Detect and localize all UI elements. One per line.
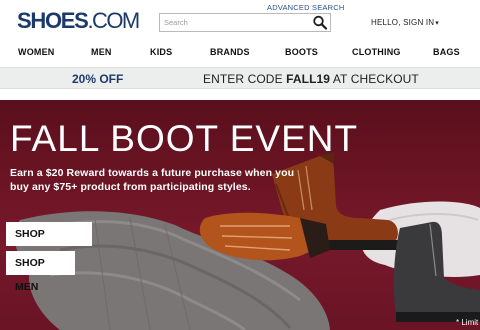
nav-item-boots[interactable]: BOOTS bbox=[285, 47, 318, 57]
promo-code-prefix: ENTER CODE bbox=[203, 72, 287, 86]
shop-men-button[interactable]: SHOP MEN bbox=[6, 251, 75, 293]
search-icon bbox=[313, 15, 328, 30]
nav-item-bags[interactable]: BAGS bbox=[433, 47, 460, 57]
account-label: HELLO, SIGN IN bbox=[371, 18, 435, 27]
hero-title: FALL BOOT EVENT bbox=[10, 118, 359, 159]
search-input[interactable] bbox=[164, 15, 304, 30]
promo-discount: 20% OFF bbox=[72, 72, 124, 86]
account-menu[interactable]: HELLO, SIGN IN▾ bbox=[371, 18, 439, 27]
nav-item-clothing[interactable]: CLOTHING bbox=[352, 47, 401, 57]
shop-women-button[interactable]: SHOP WOMEN bbox=[6, 222, 92, 264]
logo-text-main: SHOES bbox=[17, 8, 89, 33]
chevron-down-icon: ▾ bbox=[435, 20, 439, 27]
promo-banner[interactable]: 20% OFF ENTER CODE FALL19 AT CHECKOUT bbox=[0, 67, 480, 89]
nav-item-men[interactable]: MEN bbox=[91, 47, 112, 57]
search-button[interactable] bbox=[312, 15, 328, 30]
site-logo[interactable]: SHOES.COM bbox=[17, 8, 141, 33]
hero-banner: FALL BOOT EVENT Earn a $20 Reward toward… bbox=[0, 100, 480, 330]
limit-footnote: * Limit bbox=[456, 318, 479, 327]
advanced-search-link[interactable]: ADVANCED SEARCH bbox=[267, 3, 344, 12]
promo-code-text: ENTER CODE FALL19 AT CHECKOUT bbox=[203, 72, 419, 86]
promo-code: FALL19 bbox=[286, 72, 331, 86]
nav-item-kids[interactable]: KIDS bbox=[150, 47, 172, 57]
hero-subtitle: Earn a $20 Reward towards a future purch… bbox=[10, 167, 295, 193]
site-header: SHOES.COM ADVANCED SEARCH HELLO, SIGN IN… bbox=[0, 0, 480, 40]
search-bar bbox=[159, 13, 331, 32]
promo-code-suffix: AT CHECKOUT bbox=[330, 72, 419, 86]
nav-item-brands[interactable]: BRANDS bbox=[210, 47, 250, 57]
logo-text-dot: .COM bbox=[87, 8, 141, 33]
nav-item-women[interactable]: WOMEN bbox=[18, 47, 55, 57]
main-nav: WOMEN MEN KIDS BRANDS BOOTS CLOTHING BAG… bbox=[0, 40, 480, 66]
